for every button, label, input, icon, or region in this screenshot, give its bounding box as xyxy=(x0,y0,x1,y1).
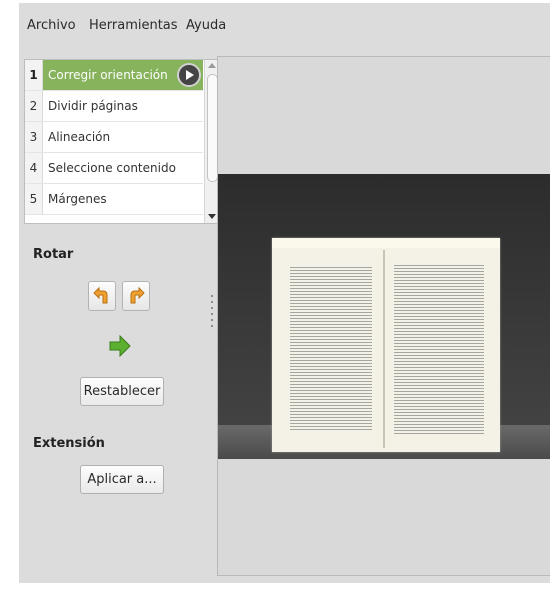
panel-splitter[interactable] xyxy=(211,295,214,335)
stage-label: Márgenes xyxy=(48,192,107,206)
stage-number: 3 xyxy=(25,122,43,152)
extension-title: Extensión xyxy=(33,436,105,451)
stage-item-alineacion[interactable]: 3 Alineación xyxy=(25,122,203,153)
stage-number: 2 xyxy=(25,91,43,121)
rotate-title: Rotar xyxy=(33,247,74,262)
book-page-image xyxy=(272,238,500,452)
rotate-right-icon xyxy=(130,286,145,304)
image-view[interactable] xyxy=(217,56,550,576)
apply-to-button[interactable]: Aplicar a... xyxy=(80,465,164,494)
next-arrow-icon[interactable] xyxy=(108,335,132,357)
rotate-left-button[interactable] xyxy=(88,281,116,311)
stage-item-dividir-paginas[interactable]: 2 Dividir páginas xyxy=(25,91,203,122)
menu-archivo[interactable]: Archivo xyxy=(27,18,76,33)
menu-bar: Archivo Herramientas Ayuda xyxy=(19,3,550,45)
rotate-right-button[interactable] xyxy=(122,281,150,311)
run-stage-icon[interactable] xyxy=(177,63,201,87)
stage-label: Corregir orientación xyxy=(48,68,168,82)
stage-item-corregir-orientacion[interactable]: 1 Corregir orientación xyxy=(25,60,203,91)
stage-label: Alineación xyxy=(48,130,111,144)
stage-item-seleccione-contenido[interactable]: 4 Seleccione contenido xyxy=(25,153,203,184)
stage-item-margenes[interactable]: 5 Márgenes xyxy=(25,184,203,215)
stage-number: 1 xyxy=(25,60,43,90)
stage-label: Seleccione contenido xyxy=(48,161,176,175)
stage-number: 5 xyxy=(25,184,43,214)
stage-list: 1 Corregir orientación 2 Dividir páginas… xyxy=(24,59,220,224)
scroll-up-icon[interactable] xyxy=(208,63,216,68)
rotate-left-icon xyxy=(93,286,108,304)
scroll-down-icon[interactable] xyxy=(208,214,216,219)
reset-button[interactable]: Restablecer xyxy=(80,377,164,406)
menu-ayuda[interactable]: Ayuda xyxy=(186,18,226,33)
stage-number: 4 xyxy=(25,153,43,183)
menu-herramientas[interactable]: Herramientas xyxy=(89,18,178,33)
scanned-photo xyxy=(218,174,550,459)
stage-label: Dividir páginas xyxy=(48,99,138,113)
main-window: Archivo Herramientas Ayuda 1 Corregir or… xyxy=(19,3,550,583)
